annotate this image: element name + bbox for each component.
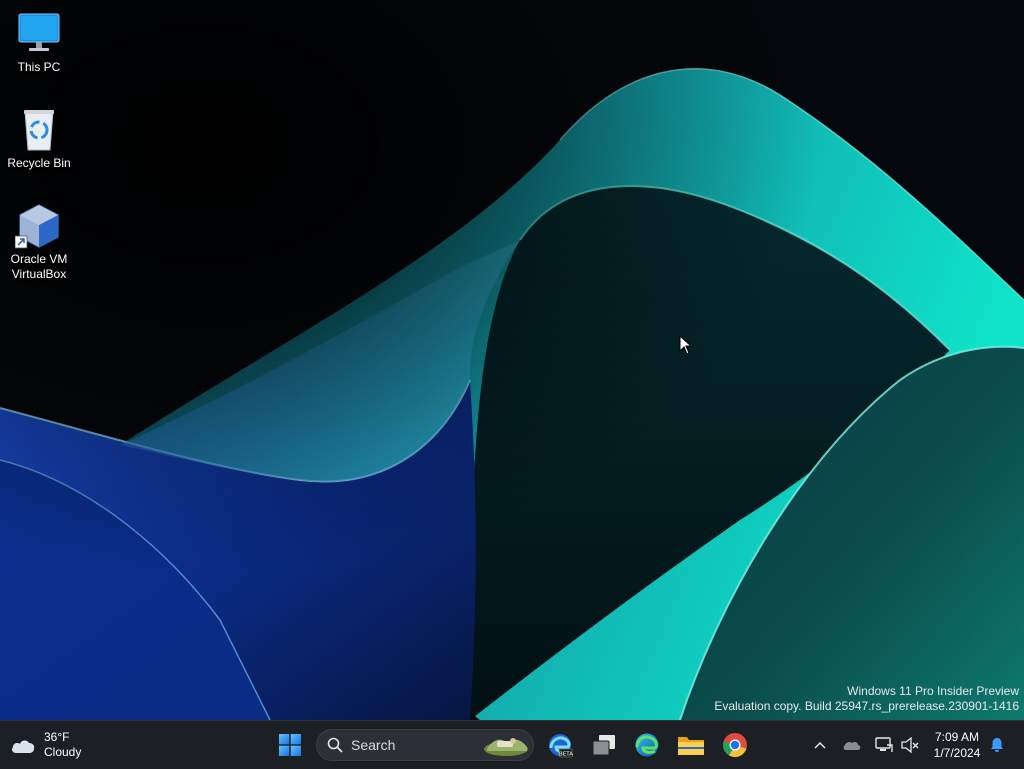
watermark-line-1: Windows 11 Pro Insider Preview xyxy=(847,684,1019,698)
taskbar: 36°F Cloudy Search BETA 7:09 AM 1/7/2024 xyxy=(0,720,1024,769)
evaluation-watermark: Windows 11 Pro Insider Preview Evaluatio… xyxy=(714,684,1019,714)
virtualbox-icon xyxy=(14,202,63,250)
desktop-icon-label: Recycle Bin xyxy=(7,156,71,170)
recycle-bin-icon xyxy=(15,106,63,154)
onedrive-icon xyxy=(843,741,861,750)
svg-text:BETA: BETA xyxy=(559,752,573,758)
onedrive-tray-button[interactable] xyxy=(840,721,864,769)
network-tray-button[interactable] xyxy=(872,721,896,769)
search-box[interactable]: Search xyxy=(316,729,534,761)
weather-widget[interactable]: 36°F Cloudy xyxy=(10,721,120,769)
taskbar-app-chrome[interactable] xyxy=(715,721,755,769)
show-hidden-icons-button[interactable] xyxy=(808,721,832,769)
desktop-icon-recycle-bin[interactable]: Recycle Bin xyxy=(1,106,77,171)
folder-icon xyxy=(678,737,704,755)
clock-time: 7:09 AM xyxy=(934,730,980,744)
edge-beta-icon: BETA xyxy=(549,734,573,758)
chrome-icon xyxy=(723,733,747,757)
edge-icon xyxy=(635,733,659,757)
cloud-icon xyxy=(12,740,35,753)
weather-condition: Cloudy xyxy=(44,745,82,759)
notifications-button[interactable] xyxy=(986,721,1008,769)
start-button[interactable] xyxy=(270,721,310,769)
windows-logo-icon xyxy=(279,734,301,756)
clock-date: 1/7/2024 xyxy=(933,746,981,760)
desktop-icon-virtualbox[interactable]: Oracle VM VirtualBox xyxy=(1,202,77,282)
desktop-icon-this-pc[interactable]: This PC xyxy=(1,10,77,75)
notification-bell-icon xyxy=(991,738,1003,752)
task-view-icon xyxy=(592,735,615,756)
monitor-icon xyxy=(15,10,63,58)
clock[interactable]: 7:09 AM 1/7/2024 xyxy=(928,721,986,769)
weather-temperature: 36°F xyxy=(44,730,70,744)
volume-tray-button[interactable] xyxy=(898,721,922,769)
chevron-up-icon xyxy=(814,741,826,749)
search-placeholder: Search xyxy=(351,737,396,753)
search-icon xyxy=(327,737,343,753)
taskbar-app-edge-beta[interactable]: BETA xyxy=(540,721,580,769)
taskbar-app-file-explorer[interactable] xyxy=(671,721,711,769)
taskbar-app-edge[interactable] xyxy=(627,721,667,769)
search-highlight-icon xyxy=(484,738,528,756)
wallpaper xyxy=(0,0,1024,720)
taskbar-task-view[interactable] xyxy=(584,721,624,769)
desktop-icon-label: This PC xyxy=(17,60,61,74)
watermark-line-2: Evaluation copy. Build 25947.rs_prerelea… xyxy=(714,699,1019,713)
speaker-muted-icon xyxy=(901,737,919,753)
desktop-icon-label: Oracle VM VirtualBox xyxy=(10,252,68,281)
network-icon xyxy=(875,737,893,752)
desktop[interactable]: This PC Recycle Bin Oracle VM VirtualBox xyxy=(0,0,1024,720)
mouse-pointer-icon xyxy=(679,335,693,355)
